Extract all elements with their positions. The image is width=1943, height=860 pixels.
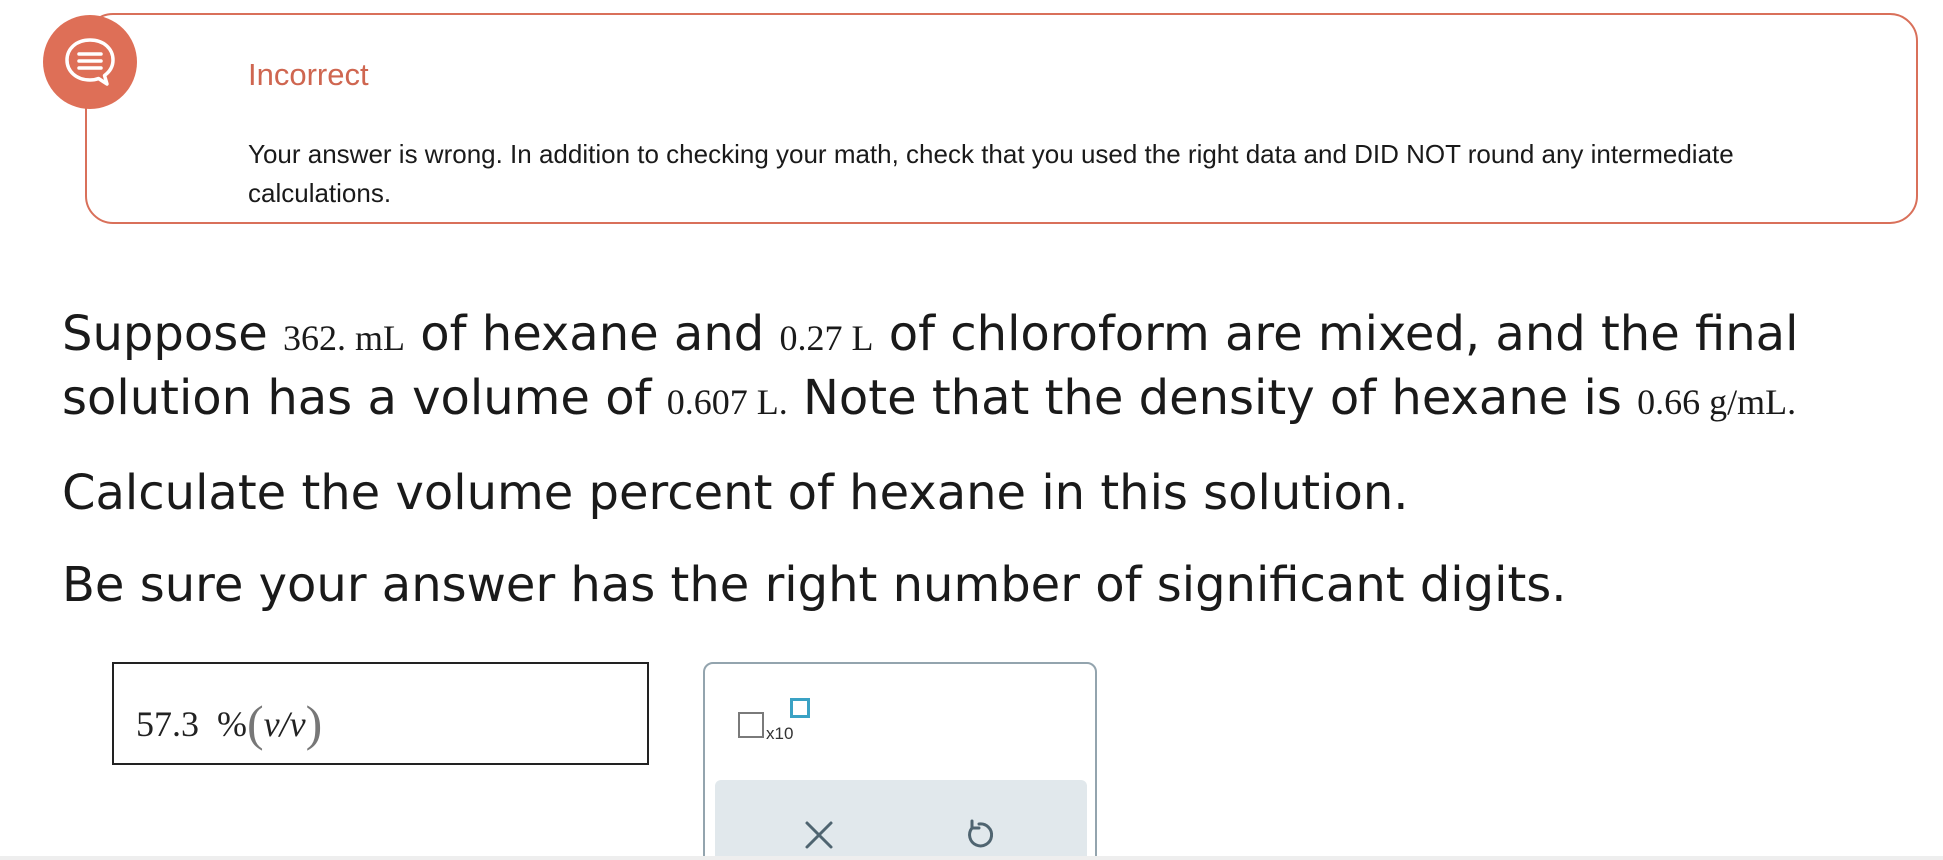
clear-button[interactable] bbox=[794, 810, 844, 860]
question-text: Suppose bbox=[62, 306, 283, 362]
exponent-box-icon bbox=[790, 698, 810, 718]
page-divider bbox=[0, 856, 1943, 860]
undo-icon bbox=[968, 819, 994, 848]
chat-bubble-icon bbox=[43, 15, 137, 109]
mantissa-box-icon bbox=[738, 712, 764, 738]
answer-unit-percent: % bbox=[217, 704, 247, 744]
chloroform-volume-value: 0.27 L bbox=[779, 318, 874, 358]
undo-button[interactable] bbox=[954, 810, 1004, 860]
hexane-density-value: 0.66 g/mL. bbox=[1637, 382, 1797, 422]
question-line-2: solution has a volume of 0.607 L. Note t… bbox=[62, 374, 1922, 422]
answer-toolbox: x10 bbox=[703, 662, 1097, 860]
feedback-message: Your answer is wrong. In addition to che… bbox=[248, 139, 1734, 208]
question-line-1: Suppose 362. mL of hexane and 0.27 L of … bbox=[62, 310, 1922, 358]
x10-label: x10 bbox=[766, 724, 794, 743]
feedback-panel: Incorrect Your answer is wrong. In addit… bbox=[85, 13, 1918, 224]
question-prompt: Calculate the volume percent of hexane i… bbox=[62, 465, 1409, 521]
answer-value: 57.3 bbox=[136, 704, 199, 744]
question-text: of chloroform are mixed, and the final bbox=[873, 306, 1799, 362]
question-text: of hexane and bbox=[405, 306, 780, 362]
scientific-notation-button[interactable]: x10 bbox=[735, 696, 825, 756]
x-icon bbox=[805, 821, 833, 849]
question-text: solution has a volume of bbox=[62, 370, 667, 426]
unit-paren-close: ) bbox=[305, 695, 323, 751]
solution-volume-value: 0.607 L. bbox=[666, 382, 788, 422]
action-bar bbox=[715, 780, 1087, 860]
answer-input[interactable]: 57.3 %(v/v) bbox=[112, 662, 649, 765]
answer-unit-ratio: v/v bbox=[263, 704, 306, 744]
feedback-title: Incorrect bbox=[248, 57, 369, 92]
answer-content: 57.3 %(v/v) bbox=[136, 694, 322, 752]
sigfig-note: Be sure your answer has the right number… bbox=[62, 557, 1567, 613]
unit-paren-open: ( bbox=[247, 695, 264, 751]
question-text: Note that the density of hexane is bbox=[787, 370, 1638, 426]
hexane-volume-value: 362. mL bbox=[283, 318, 405, 358]
